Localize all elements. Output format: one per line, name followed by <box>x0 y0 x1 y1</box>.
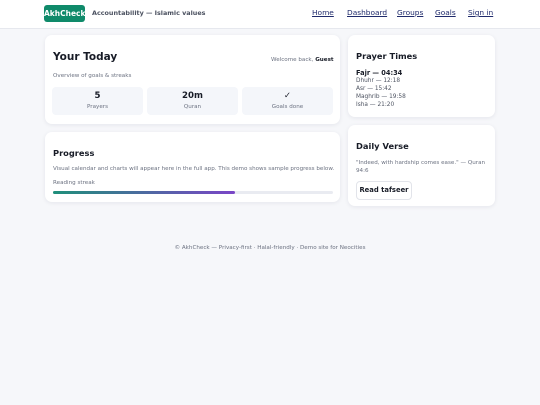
prayer-isha: Isha — 21:20 <box>356 102 395 108</box>
stat-label: Quran <box>183 104 202 110</box>
streak-label: Reading streak <box>53 180 95 186</box>
stat-label: Prayers <box>87 104 108 110</box>
progress-title: Progress <box>53 148 95 158</box>
nav-dashboard[interactable]: Dashboard <box>347 8 387 17</box>
prayer-dhuhr: Dhuhr — 12:18 <box>356 78 401 84</box>
stat-value: ✓ <box>283 91 292 101</box>
streak-progress-fill <box>53 191 235 194</box>
brand-tagline: Accountability — Islamic values <box>92 9 206 17</box>
prayer-fajr: Fajr — 04:34 <box>356 69 403 77</box>
brand-logo[interactable]: AkhCheck <box>44 5 86 22</box>
streak-progress-bar <box>53 191 333 194</box>
today-subtitle: Overview of goals & streaks <box>53 73 132 79</box>
stat-value: 5 <box>94 91 101 101</box>
nav-goals[interactable]: Goals <box>435 8 456 17</box>
stat-label: Goals done <box>271 104 304 110</box>
read-tafseer-button[interactable]: Read tafseer <box>356 181 412 200</box>
today-card: Your Today Welcome back, Guest Overview … <box>45 35 340 124</box>
progress-card: Progress Visual calendar and charts will… <box>45 132 340 202</box>
welcome-prefix: Welcome back, <box>271 57 314 63</box>
welcome-user: Guest <box>315 57 334 63</box>
nav-sign-in[interactable]: Sign in <box>468 8 493 17</box>
prayer-times-card: Prayer Times Fajr — 04:34 Dhuhr — 12:18 … <box>348 35 495 117</box>
daily-verse-card: Daily Verse "Indeed, with hardship comes… <box>348 125 495 206</box>
stat-prayers: 5 Prayers <box>52 87 143 115</box>
prayer-maghrib: Maghrib — 19:58 <box>356 94 406 100</box>
welcome-text: Welcome back, Guest <box>271 57 334 63</box>
nav-home[interactable]: Home <box>312 8 334 17</box>
stat-goals: ✓ Goals done <box>242 87 333 115</box>
today-title: Your Today <box>53 51 118 63</box>
verse-text: "Indeed, with hardship comes ease." — Qu… <box>356 160 486 174</box>
progress-description: Visual calendar and charts will appear h… <box>53 166 335 172</box>
daily-verse-title: Daily Verse <box>356 141 409 151</box>
prayer-times-title: Prayer Times <box>356 51 418 61</box>
nav-groups[interactable]: Groups <box>397 8 423 17</box>
footer-text: © AkhCheck — Privacy-first · Halal-frien… <box>174 245 366 251</box>
top-bar: AkhCheck Accountability — Islamic values… <box>0 0 540 29</box>
stat-quran: 20m Quran <box>147 87 238 115</box>
stat-value: 20m <box>182 91 203 101</box>
prayer-asr: Asr — 15:42 <box>356 86 392 92</box>
